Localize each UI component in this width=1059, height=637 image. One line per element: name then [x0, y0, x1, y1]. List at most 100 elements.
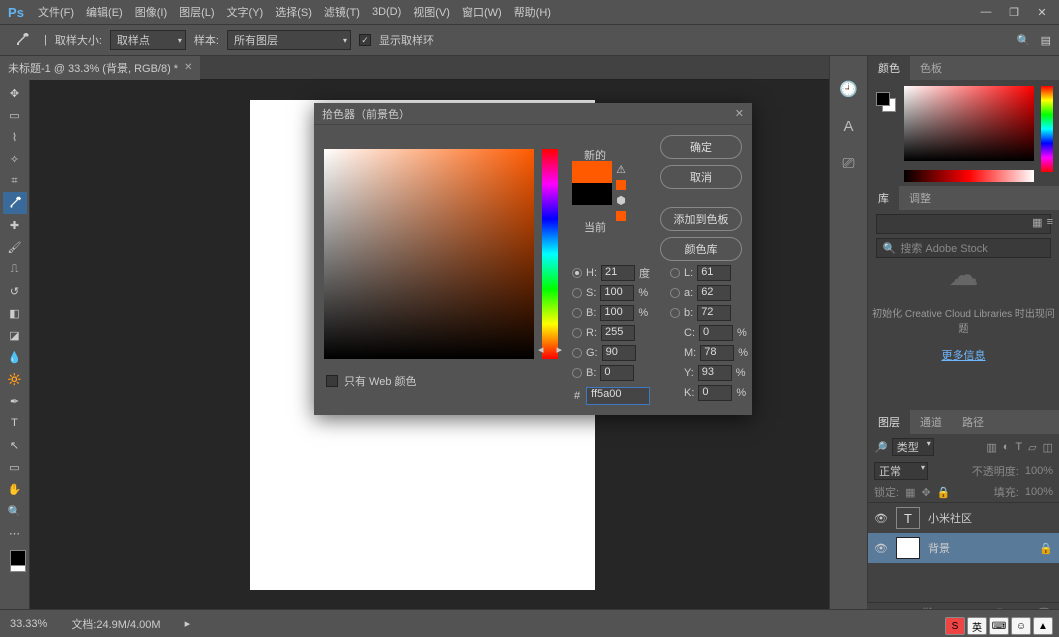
filter-pixel-icon[interactable]: ▥ — [986, 441, 996, 454]
close-tab-icon[interactable]: ✕ — [184, 62, 192, 73]
ime-icon[interactable]: 英 — [967, 617, 987, 635]
hue-strip[interactable] — [1041, 86, 1053, 172]
visibility-icon[interactable]: 👁 — [874, 542, 888, 555]
grid-view-icon[interactable]: ▦ — [1032, 216, 1042, 229]
swatches-tab[interactable]: 色板 — [910, 56, 952, 80]
gamut-warning-icon[interactable]: ⚠ — [616, 163, 626, 176]
show-ring-checkbox[interactable]: ✓ — [359, 34, 371, 46]
more-info-link[interactable]: 更多信息 — [942, 347, 986, 363]
cube-icon[interactable]: ⬢ — [616, 194, 626, 207]
hex-input[interactable]: ff5a00 — [586, 387, 650, 405]
sample-dropdown[interactable]: 所有图层 — [227, 30, 351, 50]
k-input[interactable]: 0 — [698, 385, 732, 401]
shape-tool[interactable]: ▭ — [3, 456, 27, 478]
marquee-tool[interactable]: ▭ — [3, 104, 27, 126]
saturation-value-field[interactable] — [324, 149, 534, 359]
s-radio[interactable] — [572, 288, 582, 298]
h-radio[interactable] — [572, 268, 582, 278]
character-panel-icon[interactable]: A — [843, 118, 853, 135]
paths-tab[interactable]: 路径 — [952, 410, 994, 434]
dialog-titlebar[interactable]: 拾色器（前景色） ✕ — [314, 103, 752, 125]
h-input[interactable]: 21 — [601, 265, 635, 281]
hand-tool[interactable]: ✋ — [3, 478, 27, 500]
gradient-tool[interactable]: ◪ — [3, 324, 27, 346]
gamut-swatch[interactable] — [616, 180, 626, 190]
menu-item[interactable]: 图像(I) — [129, 0, 173, 24]
hue-slider[interactable] — [542, 149, 558, 359]
path-tool[interactable]: ↖ — [3, 434, 27, 456]
layer-item[interactable]: 👁 背景 🔒 — [868, 533, 1059, 563]
fill-value[interactable]: 100% — [1025, 486, 1053, 498]
channels-tab[interactable]: 通道 — [910, 410, 952, 434]
brush-tool[interactable]: 🖌 — [3, 236, 27, 258]
heal-tool[interactable]: ✚ — [3, 214, 27, 236]
value-strip[interactable] — [904, 170, 1034, 182]
menu-item[interactable]: 图层(L) — [173, 0, 220, 24]
history-brush-tool[interactable]: ↺ — [3, 280, 27, 302]
dodge-tool[interactable]: 🔆 — [3, 368, 27, 390]
restore-button[interactable]: ❐ — [1007, 6, 1021, 19]
menu-item[interactable]: 文字(Y) — [221, 0, 270, 24]
lb-radio[interactable] — [670, 308, 680, 318]
b-input[interactable]: 100 — [600, 305, 634, 321]
history-panel-icon[interactable]: 🕘 — [839, 80, 858, 98]
blend-mode-dropdown[interactable]: 正常 — [874, 462, 928, 480]
filter-adjust-icon[interactable]: ◐ — [1003, 441, 1010, 454]
menu-item[interactable]: 滤镜(T) — [318, 0, 366, 24]
pen-tool[interactable]: ✒ — [3, 390, 27, 412]
filter-shape-icon[interactable]: ▱ — [1028, 441, 1036, 454]
m-input[interactable]: 78 — [700, 345, 734, 361]
zoom-tool[interactable]: 🔍 — [3, 500, 27, 522]
mini-swatches[interactable] — [876, 92, 896, 112]
tray-item[interactable]: ☺ — [1011, 617, 1031, 635]
ok-button[interactable]: 确定 — [660, 135, 742, 159]
document-tab[interactable]: 未标题-1 @ 33.3% (背景, RGB/8) * ✕ — [0, 56, 200, 80]
dialog-close-icon[interactable]: ✕ — [735, 107, 744, 120]
panel-toggle-icon[interactable]: ▤ — [1041, 34, 1051, 47]
layer-item[interactable]: 👁 T 小米社区 — [868, 503, 1059, 533]
zoom-level[interactable]: 33.33% — [10, 618, 47, 630]
menu-item[interactable]: 视图(V) — [407, 0, 456, 24]
r-input[interactable]: 255 — [601, 325, 635, 341]
filter-smart-icon[interactable]: ◫ — [1043, 441, 1053, 454]
lock-all-icon[interactable]: 🔒 — [937, 486, 951, 499]
list-view-icon[interactable]: ≡ — [1047, 216, 1053, 229]
cancel-button[interactable]: 取消 — [660, 165, 742, 189]
search-icon[interactable]: 🔍 — [1017, 34, 1031, 47]
properties-panel-icon[interactable]: ⎚ — [842, 155, 854, 172]
color-libraries-button[interactable]: 颜色库 — [660, 237, 742, 261]
layers-tab[interactable]: 图层 — [868, 410, 910, 434]
adjustments-tab[interactable]: 调整 — [899, 186, 941, 210]
tray-item[interactable]: S — [945, 617, 965, 635]
close-button[interactable]: ✕ — [1035, 6, 1049, 19]
bb-radio[interactable] — [572, 368, 582, 378]
r-radio[interactable] — [572, 328, 582, 338]
minimize-button[interactable]: — — [979, 6, 993, 19]
filter-kind-dropdown[interactable]: 类型 — [892, 438, 934, 456]
menu-item[interactable]: 文件(F) — [32, 0, 80, 24]
eyedropper-icon[interactable] — [8, 29, 36, 51]
library-search[interactable]: 🔍搜索 Adobe Stock — [876, 238, 1052, 258]
y-input[interactable]: 93 — [698, 365, 732, 381]
doc-info[interactable]: 文档:24.9M/4.00M — [71, 616, 160, 632]
eyedropper-tool[interactable] — [3, 192, 27, 214]
stamp-tool[interactable]: ⎍ — [3, 258, 27, 280]
color-field[interactable] — [904, 86, 1034, 161]
opacity-value[interactable]: 100% — [1025, 465, 1053, 477]
eraser-tool[interactable]: ◧ — [3, 302, 27, 324]
move-tool[interactable]: ✥ — [3, 82, 27, 104]
bb-input[interactable]: 0 — [600, 365, 634, 381]
a-input[interactable]: 62 — [697, 285, 731, 301]
websafe-swatch[interactable] — [616, 211, 626, 221]
type-tool[interactable]: T — [3, 412, 27, 434]
menu-item[interactable]: 3D(D) — [366, 0, 407, 24]
a-radio[interactable] — [670, 288, 680, 298]
sample-size-dropdown[interactable]: 取样点 — [110, 30, 186, 50]
visibility-icon[interactable]: 👁 — [874, 512, 888, 525]
libraries-tab[interactable]: 库 — [868, 186, 899, 210]
foreground-swatch[interactable] — [10, 550, 26, 566]
menu-item[interactable]: 帮助(H) — [508, 0, 557, 24]
add-swatch-button[interactable]: 添加到色板 — [660, 207, 742, 231]
c-input[interactable]: 0 — [699, 325, 733, 341]
lasso-tool[interactable]: ⌇ — [3, 126, 27, 148]
